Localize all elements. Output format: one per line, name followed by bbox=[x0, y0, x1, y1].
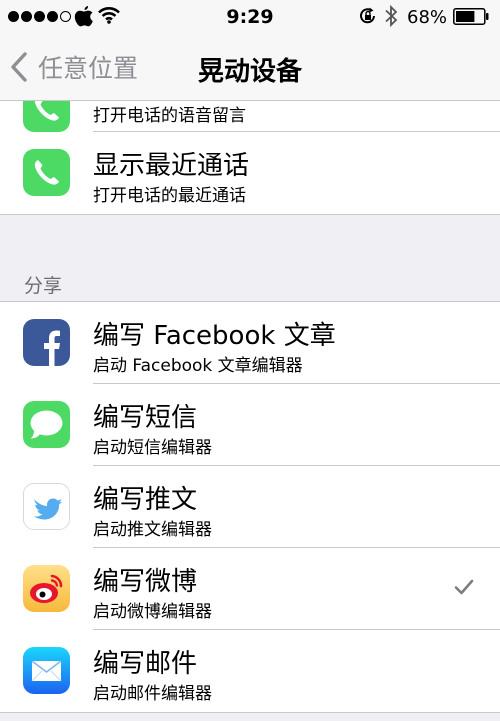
battery-percentage: 68% bbox=[407, 7, 448, 28]
list-item[interactable]: 显示最近通话 打开电话的最近通话 bbox=[0, 132, 500, 214]
list-item[interactable]: 编写短信 启动短信编辑器 bbox=[0, 384, 500, 466]
row-title: 显示最近通话 bbox=[93, 151, 250, 181]
group-divider bbox=[0, 712, 500, 713]
facebook-icon bbox=[23, 319, 70, 366]
navigation-bar: 任意位置 晃动设备 bbox=[0, 33, 500, 101]
checkmark-icon bbox=[454, 579, 474, 595]
list-item[interactable]: 打开电话的语音留言 bbox=[0, 101, 500, 132]
row-title: 编写 Facebook 文章 bbox=[93, 321, 336, 351]
bluetooth-icon bbox=[385, 4, 398, 28]
phone-icon bbox=[23, 149, 70, 196]
mail-icon bbox=[23, 647, 70, 694]
row-subtitle: 启动短信编辑器 bbox=[93, 438, 212, 458]
row-subtitle: 启动邮件编辑器 bbox=[93, 684, 212, 704]
row-subtitle: 启动微博编辑器 bbox=[93, 602, 212, 622]
status-bar: 9:29 68% bbox=[0, 0, 500, 33]
list-item[interactable]: 编写邮件 启动邮件编辑器 bbox=[0, 630, 500, 712]
twitter-icon bbox=[23, 483, 70, 530]
messages-icon bbox=[23, 401, 70, 448]
rotation-lock-icon bbox=[360, 7, 375, 24]
row-title: 编写邮件 bbox=[93, 649, 198, 679]
row-subtitle: 打开电话的语音留言 bbox=[93, 106, 246, 126]
list-item[interactable]: 编写微博 启动微博编辑器 bbox=[0, 548, 500, 630]
row-subtitle: 启动 Facebook 文章编辑器 bbox=[93, 356, 303, 376]
weibo-icon bbox=[23, 565, 70, 612]
row-subtitle: 打开电话的最近通话 bbox=[93, 186, 246, 206]
section-header-label: 分享 bbox=[24, 275, 63, 297]
phone-group: 打开电话的语音留言 显示最近通话 打开电话的最近通话 bbox=[0, 101, 500, 214]
page-title: 晃动设备 bbox=[197, 57, 302, 87]
settings-list: 打开电话的语音留言 显示最近通话 打开电话的最近通话 分享 编写 Faceboo… bbox=[0, 101, 500, 721]
row-title: 编写短信 bbox=[93, 403, 198, 433]
section-header: 分享 bbox=[0, 263, 500, 301]
list-item[interactable]: 编写 Facebook 文章 启动 Facebook 文章编辑器 bbox=[0, 302, 500, 384]
row-title: 编写微博 bbox=[93, 567, 198, 597]
list-item[interactable]: 编写推文 启动推文编辑器 bbox=[0, 466, 500, 548]
share-group: 编写 Facebook 文章 启动 Facebook 文章编辑器 编写短信 启动… bbox=[0, 302, 500, 712]
battery-icon bbox=[453, 8, 489, 25]
phone-icon bbox=[23, 101, 70, 132]
row-title: 编写推文 bbox=[93, 485, 198, 515]
row-subtitle: 启动推文编辑器 bbox=[93, 520, 212, 540]
